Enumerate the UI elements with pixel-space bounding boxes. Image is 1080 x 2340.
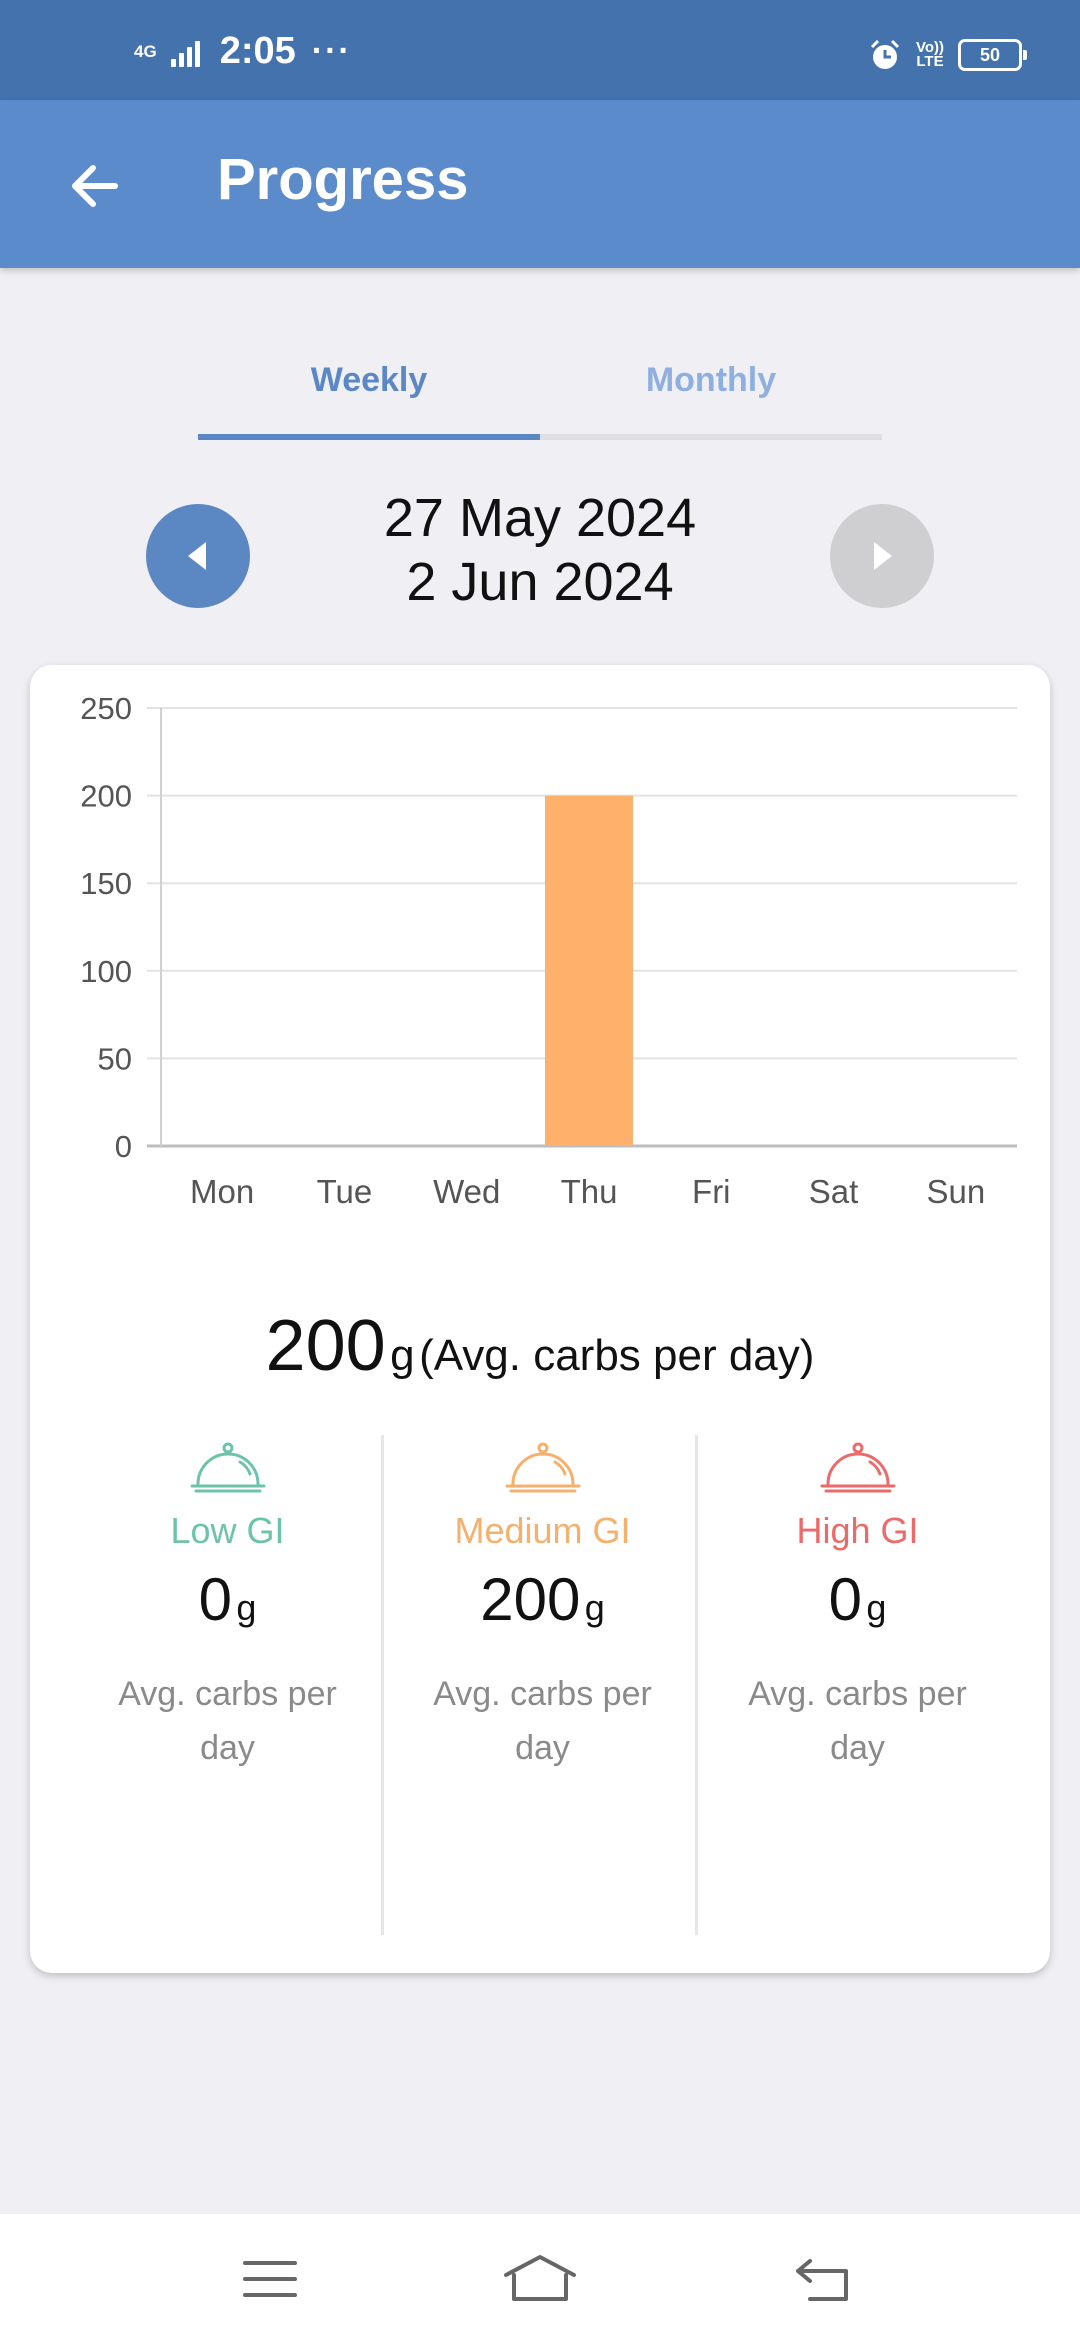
arrow-left-icon (72, 165, 118, 207)
average-unit: g (390, 1331, 415, 1380)
volte-bottom: LTE (916, 53, 944, 70)
gi-high-unit: g (866, 1587, 887, 1628)
battery-level: 50 (979, 44, 1001, 65)
x-tick-label: Sun (926, 1173, 985, 1210)
cloche-icon (505, 1442, 580, 1493)
back-nav-button[interactable] (782, 2244, 862, 2314)
gi-medium-label: Medium GI (454, 1510, 631, 1551)
gi-low-unit: g (236, 1587, 257, 1628)
bar-thu (545, 795, 633, 1146)
average-description: (Avg. carbs per day) (419, 1331, 815, 1380)
home-icon (504, 2255, 576, 2301)
gi-high-note: Avg. carbs per day (748, 1675, 967, 1767)
next-week-button[interactable] (830, 504, 934, 608)
column-divider (381, 1435, 384, 1935)
more-notifications-icon: ··· (311, 32, 352, 70)
date-range-end: 2 Jun 2024 (406, 552, 674, 612)
gi-high-label: High GI (796, 1510, 919, 1551)
date-range-start: 27 May 2024 (383, 488, 697, 548)
y-tick-label: 50 (98, 1041, 132, 1076)
y-tick-label: 200 (80, 779, 132, 814)
cloche-icon (820, 1442, 895, 1493)
volte-indicator: Vo)) LTE (916, 40, 944, 70)
x-tick-label: Fri (692, 1173, 730, 1210)
cloche-icon (190, 1442, 265, 1493)
gi-high-value: 0 g (700, 1565, 1015, 1634)
period-tabs: Weekly Monthly (198, 330, 882, 442)
gi-medium-value: 200 g (385, 1565, 700, 1634)
tab-indicator (198, 434, 540, 440)
status-bar: 4G 2:05 ··· Vo)) LTE 50 (0, 0, 1080, 100)
menu-icon (243, 2261, 297, 2297)
battery-icon: 50 (958, 39, 1027, 71)
network-type: 4G (134, 41, 157, 61)
gi-low-number: 0 (198, 1566, 232, 1633)
triangle-right-icon (874, 542, 892, 570)
tab-weekly[interactable]: Weekly (198, 330, 540, 430)
status-right: Vo)) LTE 50 (868, 38, 1027, 72)
status-time: 2:05 (219, 30, 296, 72)
triangle-left-icon (188, 542, 206, 570)
back-button[interactable] (52, 144, 136, 228)
recent-apps-button[interactable] (230, 2244, 310, 2314)
alarm-icon (870, 39, 900, 69)
previous-week-button[interactable] (146, 504, 250, 608)
status-left: 4G 2:05 ··· (134, 30, 352, 73)
column-divider (695, 1435, 698, 1935)
page-title: Progress (217, 147, 469, 212)
x-tick-label: Mon (190, 1173, 254, 1210)
x-tick-label: Tue (317, 1173, 373, 1210)
tab-monthly[interactable]: Monthly (540, 330, 882, 430)
date-range: 27 May 2024 2 Jun 2024 (290, 486, 790, 614)
x-tick-label: Wed (433, 1173, 500, 1210)
signal-strength-icon (170, 37, 200, 67)
back-icon (796, 2259, 848, 2301)
system-navigation-bar (0, 2214, 1080, 2340)
x-tick-label: Thu (561, 1173, 618, 1210)
y-tick-label: 100 (80, 954, 132, 989)
y-tick-label: 150 (80, 866, 132, 901)
y-tick-label: 250 (80, 691, 132, 726)
gi-medium-note: Avg. carbs per day (433, 1675, 652, 1767)
home-button[interactable] (500, 2244, 580, 2314)
gi-high-number: 0 (828, 1566, 862, 1633)
average-value: 200 (265, 1306, 386, 1386)
gi-low-value: 0 g (70, 1565, 385, 1634)
carbs-bar-chart: 0 50 100 150 200 250 Mon Tue Wed Thu Fri Sat Sun (80, 691, 1017, 1210)
app-bar: Progress (0, 100, 1080, 268)
progress-card: 0 50 100 150 200 250 Mon Tue Wed Thu Fri Sat Sun 200… (30, 665, 1050, 1973)
gi-low-label: Low GI (170, 1510, 285, 1551)
average-summary: 200 g (Avg. carbs per day) (30, 1305, 1050, 1387)
gi-medium-unit: g (584, 1587, 605, 1628)
x-tick-label: Sat (809, 1173, 859, 1210)
y-tick-label: 0 (115, 1129, 132, 1164)
gi-low-note: Avg. carbs per day (118, 1675, 337, 1767)
gi-medium-number: 200 (480, 1566, 581, 1633)
